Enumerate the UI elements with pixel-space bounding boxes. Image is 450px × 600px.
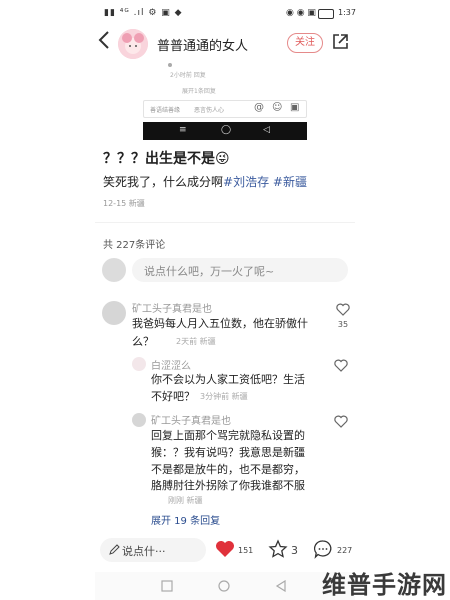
embedded-image-icon: ▣ — [290, 102, 300, 113]
comments-count-bottom: 227 — [337, 546, 353, 555]
post-title-text: ？？？出生是不是 — [103, 151, 215, 167]
reply-author[interactable]: 白涩涩么 — [151, 357, 191, 372]
status-left-icons: ▮▮ ⁴ᴳ .ıl ⚙ ▣ ◆ — [104, 8, 183, 18]
battery-icon — [318, 9, 334, 19]
reply-like-button[interactable] — [334, 357, 348, 376]
system-nav-bar — [95, 572, 355, 600]
hashtag-xinjiang[interactable]: #新疆 — [273, 175, 307, 189]
heart-outline-icon — [334, 415, 348, 428]
embedded-nav-bar: ≡ ◯ ◁ — [143, 122, 307, 140]
status-time: 1:37 — [338, 8, 356, 17]
back-nav-icon[interactable] — [275, 580, 287, 592]
comment-meta: 2天前 新疆 — [176, 337, 216, 346]
share-button[interactable] — [331, 33, 349, 51]
comment-text-content: 我爸妈每人月入五位数，他在骄傲什么？ — [132, 317, 308, 348]
username[interactable]: 普普通通的女人 — [157, 35, 248, 54]
follow-button[interactable]: 关注 — [287, 33, 323, 53]
back-button[interactable] — [97, 30, 111, 56]
home-icon[interactable] — [218, 580, 230, 592]
reply-text-line: 猴：？我有说吗？我意思是新疆 — [151, 446, 305, 459]
embedded-back-icon: ◁ — [263, 125, 270, 135]
star-count: 3 — [291, 544, 298, 557]
comment-avatar[interactable] — [102, 301, 126, 325]
reply-text-line: 你不会以为人家工资低吧？生活 — [151, 373, 305, 386]
post-body: 笑死我了，什么成分啊#刘浩存 #新疆 — [103, 173, 307, 190]
bottom-comment-label: 说点什··· — [122, 545, 166, 558]
comments-count: 共 227条评论 — [103, 240, 166, 251]
watermark: 维普手游网 — [322, 571, 447, 599]
reply-text-line: 回复上面那个骂完就隐私设置的 — [151, 429, 305, 442]
avatar[interactable] — [118, 29, 148, 59]
comment-like-button[interactable]: 35 — [334, 301, 352, 329]
heart-filled-icon — [216, 541, 234, 557]
star-button[interactable] — [268, 539, 288, 563]
pencil-icon — [109, 544, 120, 555]
heart-outline-icon — [334, 359, 348, 372]
post-body-text: 笑死我了，什么成分啊 — [103, 175, 224, 189]
post-title: ？？？出生是不是😜 — [103, 148, 230, 168]
comment-bubble-icon — [313, 540, 332, 559]
chevron-left-icon — [98, 31, 109, 49]
comment-like-count: 35 — [337, 320, 349, 329]
reply-text-line: 不好吧？ — [151, 390, 195, 403]
expand-replies-link[interactable]: 展开 19 条回复 — [151, 512, 220, 527]
reply-meta: 3分钟前 新疆 — [200, 392, 248, 401]
embedded-comment-input: 善语结善缘 恶言伤人心 @ ☺ ▣ — [143, 100, 307, 118]
star-icon — [268, 539, 288, 558]
comment-input[interactable]: 说点什么吧，万一火了呢~ — [132, 258, 348, 282]
hashtag-liuhaocun[interactable]: #刘浩存 — [223, 175, 269, 189]
embedded-placeholder-1: 善语结善缘 — [150, 107, 181, 114]
like-count: 151 — [238, 546, 254, 555]
reply-avatar[interactable] — [132, 357, 146, 371]
embedded-menu-icon: ≡ — [179, 125, 187, 135]
comment-text: 我爸妈每人月入五位数，他在骄傲什么？ — [132, 315, 322, 351]
embedded-home-icon: ◯ — [221, 125, 232, 135]
embedded-emoji-icon: ☺ — [272, 102, 283, 113]
comments-button[interactable] — [313, 539, 333, 563]
avatar-illustration-icon — [118, 29, 148, 59]
like-button[interactable] — [215, 540, 235, 562]
heart-outline-icon — [336, 303, 350, 316]
recents-icon[interactable] — [161, 580, 173, 592]
comment-input-placeholder: 说点什么吧，万一火了呢~ — [144, 265, 275, 278]
embedded-at-icon: @ — [254, 102, 264, 113]
tongue-emoji-icon: 😜 — [215, 151, 230, 167]
status-bar: ▮▮ ⁴ᴳ .ıl ⚙ ▣ ◆ ◉ ◉ ▣ 1:37 — [0, 0, 450, 28]
reply-avatar[interactable] — [132, 413, 146, 427]
post-date: 12-15 新疆 — [103, 199, 145, 208]
reply-text-line: 胳膊肘往外拐除了你我谁都不服 — [151, 479, 305, 492]
bottom-comment-input[interactable]: 说点什··· — [100, 538, 206, 562]
reply-author[interactable]: 矿工头子真君是也 — [151, 412, 231, 427]
divider — [95, 222, 355, 223]
reply-like-button[interactable] — [334, 413, 348, 432]
embedded-dot — [168, 63, 172, 67]
status-right-icons: ◉ ◉ ▣ — [286, 8, 316, 18]
embedded-meta: 2小时前 回复 — [170, 72, 206, 79]
my-avatar — [102, 258, 126, 282]
embedded-placeholder-2: 恶言伤人心 — [194, 107, 225, 114]
embedded-expand-replies: 展开1条回复 — [182, 88, 216, 95]
reply-meta: 刚刚 新疆 — [168, 496, 203, 505]
share-icon — [333, 34, 348, 49]
comment-author[interactable]: 矿工头子真君是也 — [132, 300, 212, 315]
